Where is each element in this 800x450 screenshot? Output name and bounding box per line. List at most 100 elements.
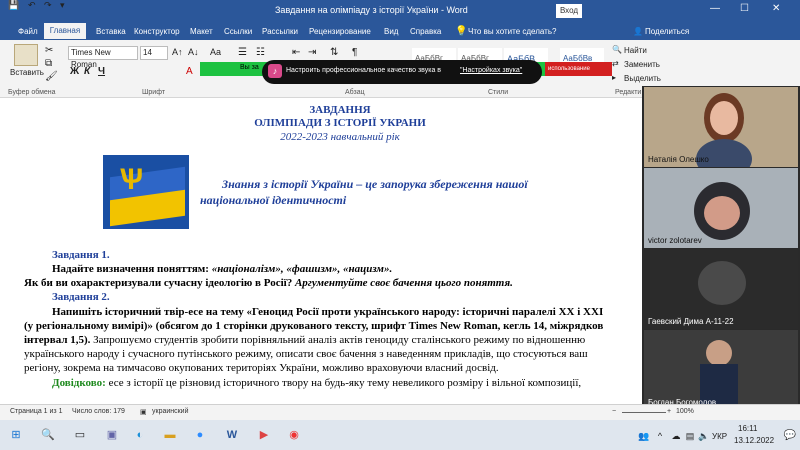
video-tile-4[interactable]: Богдан Богомолов: [644, 330, 798, 410]
task1-line1-terms: «націоналізм», «фашизм», «нацизм».: [211, 263, 393, 275]
doc-heading-title: ЗАВДАННЯ: [309, 104, 371, 116]
task-view-icon[interactable]: ▭: [72, 427, 88, 443]
task1-question: Як би ви охарактеризували сучасну ідеоло…: [24, 277, 295, 289]
task2-line3-rest: Запрошуємо студентів зробити порівняльни…: [93, 334, 586, 346]
doc-heading-year: 2022-2023 навчальний рік: [280, 131, 400, 143]
viber-icon[interactable]: ◉: [286, 427, 302, 443]
search-icon[interactable]: 🔍: [40, 427, 56, 443]
tab-references[interactable]: Ссылки: [224, 27, 252, 36]
underline-button[interactable]: Ч: [98, 66, 105, 77]
zoom-in-icon[interactable]: +: [667, 408, 671, 415]
teams-icon[interactable]: ▣: [104, 427, 120, 443]
tab-help[interactable]: Справка: [410, 27, 441, 36]
doc-quote-line1: Знання з історії України – це запорука з…: [222, 177, 528, 191]
sort-icon[interactable]: ⇅: [330, 47, 338, 58]
find-button[interactable]: Найти: [624, 46, 647, 55]
tab-home[interactable]: Главная: [44, 23, 86, 39]
decrease-indent-icon[interactable]: ⇤: [292, 47, 300, 58]
video-tile-3[interactable]: Гаевский Дима А-11-22: [644, 249, 798, 329]
font-group-label: Шрифт: [142, 89, 166, 96]
participant-name: Гаевский Дима А-11-22: [648, 317, 734, 326]
font-name-box[interactable]: Times New Roman: [68, 46, 138, 69]
notification-icon[interactable]: 💬: [782, 428, 798, 444]
find-icon: 🔍: [612, 45, 622, 54]
avatar: [704, 196, 740, 230]
video-tile-1[interactable]: Наталія Олешко: [644, 87, 798, 167]
font-color-icon[interactable]: A: [186, 66, 193, 77]
word-icon[interactable]: W: [224, 427, 240, 443]
task2-line4: українського народу і сучасного путінськ…: [24, 348, 588, 360]
share-icon: 👤: [633, 27, 643, 36]
tab-review[interactable]: Рецензирование: [309, 27, 371, 36]
note-label: Довідково:: [52, 377, 106, 389]
zoom-out-icon[interactable]: −: [612, 408, 616, 415]
page-count[interactable]: Страница 1 из 1: [10, 408, 62, 415]
file-explorer-icon[interactable]: ▬: [162, 427, 178, 443]
doc-quote-line2: національної ідентичності: [200, 193, 347, 207]
task2-line3-bold: інтервал 1,5).: [24, 334, 94, 346]
minimize-button[interactable]: —: [710, 3, 720, 14]
tab-view[interactable]: Вид: [384, 27, 398, 36]
zoom-level[interactable]: 100%: [676, 408, 694, 415]
redo-icon[interactable]: ↷: [44, 0, 52, 11]
task1-argument: Аргументуйте своє бачення цього поняття.: [294, 277, 513, 289]
note-line: Довідково: есе з історії це різновид іст…: [52, 376, 642, 390]
tab-insert[interactable]: Вставка: [96, 27, 126, 36]
tab-design[interactable]: Конструктор: [134, 27, 180, 36]
tell-me-field[interactable]: Что вы хотите сделать?: [468, 27, 556, 36]
grow-font-icon[interactable]: A↑: [172, 47, 183, 57]
select-button[interactable]: Выделить: [624, 74, 661, 83]
audio-settings-link[interactable]: "Настройках звука": [460, 67, 522, 74]
doc-heading-olympiad: ОЛІМПІАДИ З ІСТОРІЇ УКРАНИ: [254, 117, 426, 129]
share-button[interactable]: Поделиться: [645, 27, 689, 36]
input-language[interactable]: УКР: [712, 432, 727, 441]
bold-button[interactable]: Ж: [70, 66, 79, 77]
zoom-app-icon[interactable]: ●: [192, 427, 208, 443]
language-indicator[interactable]: украинский: [152, 408, 189, 415]
change-case-icon[interactable]: Aa: [210, 47, 221, 57]
volume-icon[interactable]: 🔈: [696, 428, 712, 444]
italic-button[interactable]: К: [84, 66, 90, 77]
copy-icon[interactable]: ⧉: [45, 58, 52, 69]
clipboard-icon[interactable]: [14, 44, 38, 66]
replace-button[interactable]: Заменить: [624, 60, 660, 69]
clock-date[interactable]: 13.12.2022: [734, 436, 774, 445]
stop-share-button[interactable]: использование: [545, 62, 612, 76]
customize-quick-access-icon[interactable]: ▾: [60, 0, 65, 11]
zoom-slider[interactable]: [622, 412, 666, 413]
task1-line1: Надайте визначення поняттям: «націоналіз…: [52, 262, 392, 276]
proofing-icon[interactable]: ▣: [140, 408, 147, 416]
font-size-box[interactable]: 14: [140, 46, 168, 60]
undo-icon[interactable]: ↶: [28, 0, 36, 11]
close-button[interactable]: ✕: [772, 3, 780, 14]
clock-time[interactable]: 16:11: [738, 424, 757, 433]
signin-button[interactable]: Вход: [556, 4, 582, 18]
media-player-icon[interactable]: ▶: [256, 427, 272, 443]
audio-notification-text: Настроить профессиональное качество звук…: [286, 67, 441, 74]
avatar: [706, 340, 732, 366]
cut-icon[interactable]: ✂: [45, 45, 53, 56]
tab-file[interactable]: Файл: [18, 27, 38, 36]
people-icon[interactable]: 👥: [636, 428, 652, 444]
video-tile-2[interactable]: victor zolotarev: [644, 168, 798, 248]
trident-icon: Ѱ: [118, 163, 144, 196]
shrink-font-icon[interactable]: A↓: [188, 47, 199, 57]
pilcrow-icon[interactable]: ¶: [352, 47, 357, 58]
avatar: [710, 101, 738, 135]
start-icon[interactable]: ⊞: [8, 427, 24, 443]
numbering-icon[interactable]: ☷: [256, 47, 265, 58]
save-icon[interactable]: 💾: [8, 0, 19, 11]
tab-layout[interactable]: Макет: [190, 27, 213, 36]
word-count[interactable]: Число слов: 179: [72, 408, 125, 415]
paste-button[interactable]: Вставить: [10, 68, 44, 77]
task2-line5: регіону, зокрема на тимчасово окупованих…: [24, 362, 499, 374]
bullets-icon[interactable]: ☰: [238, 47, 247, 58]
editing-group-label: Редакти: [615, 89, 642, 96]
increase-indent-icon[interactable]: ⇥: [308, 47, 316, 58]
show-hidden-icons-icon[interactable]: ^: [652, 428, 668, 444]
maximize-button[interactable]: ☐: [740, 3, 749, 14]
format-painter-icon[interactable]: 🖌: [45, 71, 58, 82]
tab-mailings[interactable]: Рассылки: [262, 27, 298, 36]
edge-icon[interactable]: ◐: [132, 427, 148, 443]
window-title: Завдання на олімпіаду з історії України …: [275, 5, 468, 15]
